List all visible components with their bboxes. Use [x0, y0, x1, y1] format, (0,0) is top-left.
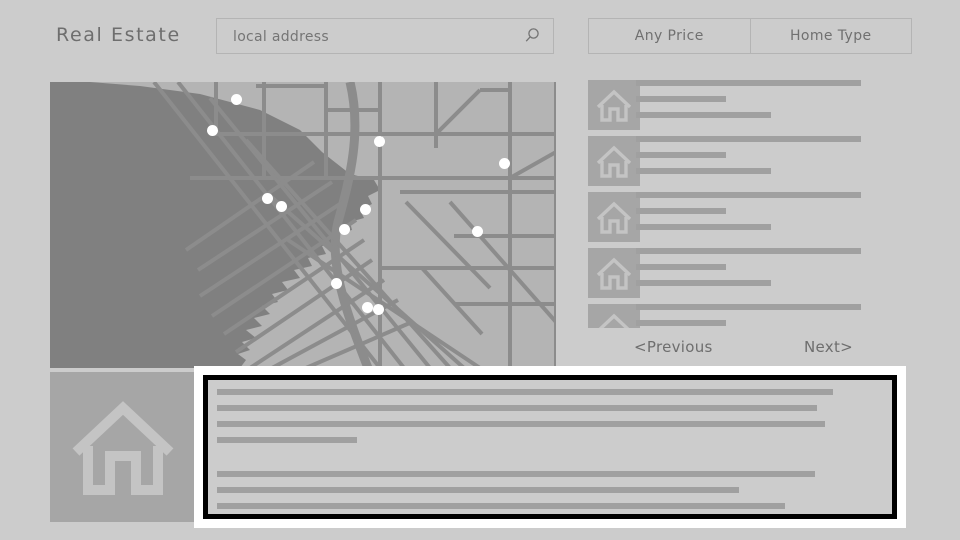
listing-text-placeholder	[636, 304, 912, 328]
map-pin[interactable]	[276, 201, 287, 212]
next-page-button[interactable]: Next>	[804, 338, 853, 356]
any-price-filter-button[interactable]: Any Price	[589, 19, 750, 53]
app-header: Real Estate Any Price Home Type	[0, 0, 960, 72]
map-pin[interactable]	[362, 302, 373, 313]
filter-group: Any Price Home Type	[588, 18, 912, 54]
map-pin[interactable]	[262, 193, 273, 204]
listing-text-placeholder	[636, 192, 912, 240]
listing-thumbnail[interactable]	[588, 192, 640, 242]
house-icon	[596, 145, 632, 178]
map-pin[interactable]	[207, 125, 218, 136]
property-detail-frame	[194, 366, 906, 528]
list-item[interactable]	[588, 80, 912, 136]
listing-results[interactable]	[588, 80, 912, 328]
list-item[interactable]	[588, 248, 912, 304]
house-icon	[596, 257, 632, 290]
pagination: <Previous Next>	[588, 338, 912, 364]
map-pin[interactable]	[373, 304, 384, 315]
map-pin[interactable]	[374, 136, 385, 147]
search-box[interactable]	[216, 18, 554, 55]
house-icon	[596, 89, 632, 122]
listing-thumbnail[interactable]	[588, 80, 640, 130]
house-icon	[596, 201, 632, 234]
selected-property-thumbnail[interactable]	[50, 372, 196, 522]
property-detail-panel[interactable]	[203, 375, 897, 519]
home-type-filter-button[interactable]: Home Type	[749, 19, 911, 53]
page-title: Real Estate	[56, 24, 181, 46]
map-pin[interactable]	[331, 278, 342, 289]
listing-text-placeholder	[636, 80, 912, 128]
list-item[interactable]	[588, 192, 912, 248]
listing-thumbnail[interactable]	[588, 136, 640, 186]
listing-text-placeholder	[636, 248, 912, 296]
map-pin[interactable]	[472, 226, 483, 237]
search-input[interactable]	[231, 19, 505, 55]
map-pin[interactable]	[360, 204, 371, 215]
map-graphic	[50, 82, 556, 368]
listing-thumbnail[interactable]	[588, 248, 640, 298]
detail-text-placeholder	[217, 389, 892, 514]
listing-text-placeholder	[636, 136, 912, 184]
house-icon	[598, 313, 630, 328]
map-view[interactable]	[50, 82, 556, 368]
search-icon[interactable]	[523, 27, 541, 45]
listing-thumbnail[interactable]	[588, 304, 640, 328]
list-item[interactable]	[588, 304, 912, 328]
house-icon	[72, 401, 174, 495]
map-pin[interactable]	[231, 94, 242, 105]
previous-page-button[interactable]: <Previous	[634, 338, 713, 356]
list-item[interactable]	[588, 136, 912, 192]
map-pin[interactable]	[339, 224, 350, 235]
map-pin[interactable]	[499, 158, 510, 169]
